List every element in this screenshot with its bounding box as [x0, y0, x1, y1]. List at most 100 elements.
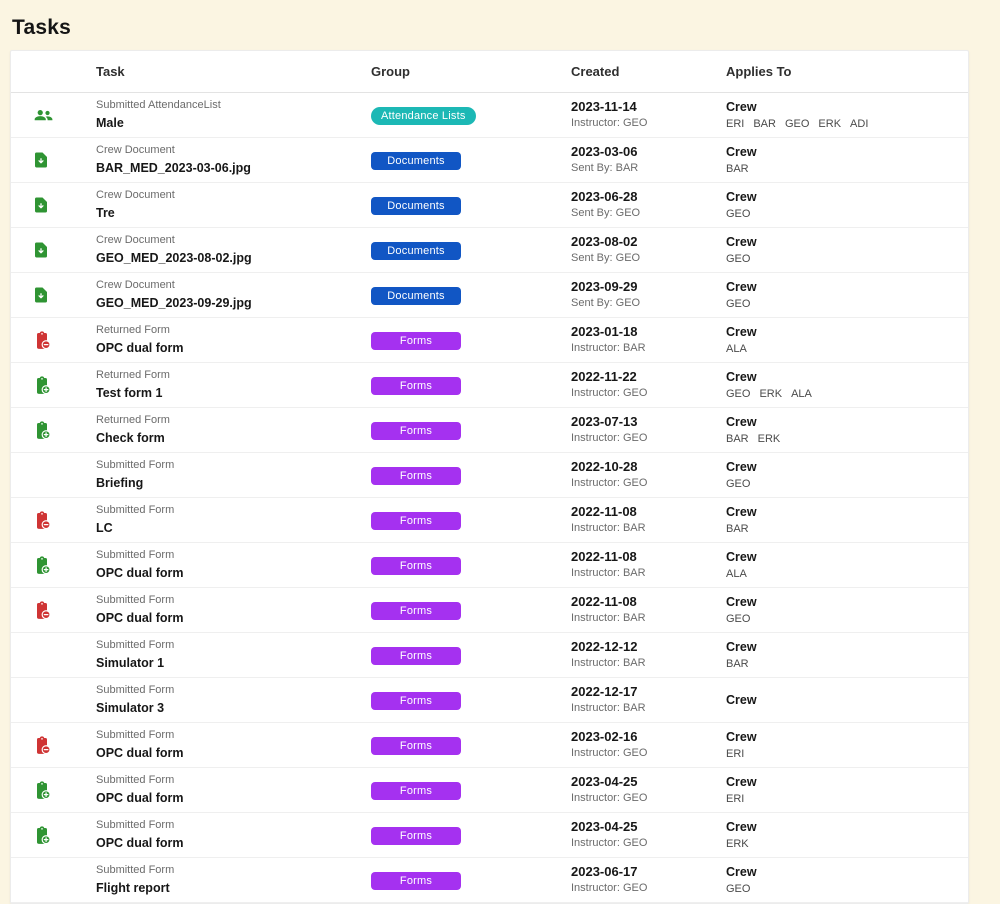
table-row[interactable]: Submitted Form OPC dual form Forms 2023-… — [11, 723, 968, 768]
group-badge: Documents — [371, 242, 461, 260]
table-row[interactable]: Submitted Form LC Forms 2022-11-08 Instr… — [11, 498, 968, 543]
task-cell: Returned Form OPC dual form — [96, 323, 371, 357]
applies-to-label: Crew — [726, 691, 968, 709]
created-sub: Instructor: BAR — [571, 656, 726, 672]
page-title: Tasks — [12, 16, 71, 40]
created-sub: Sent By: GEO — [571, 251, 726, 267]
clipboard-add-icon — [32, 375, 52, 396]
applies-to-codes: BAR — [726, 656, 968, 673]
created-sub: Instructor: GEO — [571, 386, 726, 402]
applies-to-codes: BAR — [726, 161, 968, 178]
group-cell: Forms — [371, 826, 571, 845]
created-sub: Instructor: BAR — [571, 521, 726, 537]
task-name: OPC dual form — [96, 609, 371, 627]
group-cell: Forms — [371, 871, 571, 890]
created-sub: Instructor: BAR — [571, 701, 726, 717]
applies-code: GEO — [726, 208, 750, 220]
task-cell: Submitted Form LC — [96, 503, 371, 537]
task-cell: Submitted Form Simulator 1 — [96, 638, 371, 672]
row-icon-cell — [11, 510, 96, 531]
table-row[interactable]: Submitted Form Flight report Forms 2023-… — [11, 858, 968, 903]
applies-to-codes: GEO — [726, 881, 968, 898]
applies-code: GEO — [726, 883, 750, 895]
created-cell: 2023-02-16 Instructor: GEO — [571, 728, 726, 763]
group-cell: Forms — [371, 781, 571, 800]
applies-to-cell: Crew GEO — [726, 278, 968, 313]
group-badge: Forms — [371, 557, 461, 575]
applies-to-cell: Crew GEO — [726, 458, 968, 493]
created-sub: Instructor: GEO — [571, 476, 726, 492]
table-row[interactable]: Returned Form Check form Forms 2023-07-1… — [11, 408, 968, 453]
applies-to-codes: GEO — [726, 476, 968, 493]
group-badge: Forms — [371, 377, 461, 395]
group-cell: Forms — [371, 376, 571, 395]
table-row[interactable]: Submitted Form Simulator 1 Forms 2022-12… — [11, 633, 968, 678]
created-cell: 2022-11-08 Instructor: BAR — [571, 548, 726, 583]
clipboard-add-icon — [32, 555, 52, 576]
task-type-label: Crew Document — [96, 278, 371, 294]
group-badge: Forms — [371, 647, 461, 665]
applies-to-codes: GEO — [726, 251, 968, 268]
row-icon-cell — [11, 330, 96, 351]
applies-code: BAR — [726, 523, 749, 535]
task-cell: Submitted Form Briefing — [96, 458, 371, 492]
table-row[interactable]: Submitted Form OPC dual form Forms 2023-… — [11, 768, 968, 813]
table-row[interactable]: Submitted Form OPC dual form Forms 2023-… — [11, 813, 968, 858]
table-row[interactable]: Submitted Form OPC dual form Forms 2022-… — [11, 588, 968, 633]
applies-code: BAR — [726, 658, 749, 670]
applies-code: ERI — [726, 793, 744, 805]
row-icon-cell — [11, 240, 96, 260]
task-type-label: Submitted Form — [96, 728, 371, 744]
table-row[interactable]: Crew Document GEO_MED_2023-09-29.jpg Doc… — [11, 273, 968, 318]
group-badge: Documents — [371, 287, 461, 305]
table-row[interactable]: Crew Document GEO_MED_2023-08-02.jpg Doc… — [11, 228, 968, 273]
task-cell: Submitted Form Simulator 3 — [96, 683, 371, 717]
applies-to-label: Crew — [726, 818, 968, 836]
task-cell: Submitted Form Flight report — [96, 863, 371, 897]
applies-code: BAR — [753, 118, 776, 130]
task-type-label: Crew Document — [96, 143, 371, 159]
created-cell: 2023-09-29 Sent By: GEO — [571, 278, 726, 313]
table-row[interactable]: Submitted Form OPC dual form Forms 2022-… — [11, 543, 968, 588]
document-download-icon — [32, 195, 50, 215]
applies-to-cell: Crew GEO — [726, 188, 968, 223]
task-name: LC — [96, 519, 371, 537]
created-sub: Instructor: GEO — [571, 431, 726, 447]
applies-code: ERK — [818, 118, 841, 130]
created-cell: 2023-04-25 Instructor: GEO — [571, 773, 726, 808]
created-sub: Instructor: GEO — [571, 881, 726, 897]
task-name: OPC dual form — [96, 339, 371, 357]
task-cell: Submitted Form OPC dual form — [96, 593, 371, 627]
created-date: 2023-06-17 — [571, 863, 726, 882]
applies-to-codes: ALA — [726, 566, 968, 583]
group-cell: Forms — [371, 466, 571, 485]
applies-code: ALA — [726, 343, 747, 355]
row-icon-cell — [11, 104, 96, 127]
created-date: 2023-02-16 — [571, 728, 726, 747]
table-row[interactable]: Crew Document Tre Documents 2023-06-28 S… — [11, 183, 968, 228]
created-date: 2022-11-22 — [571, 368, 726, 387]
table-row[interactable]: Returned Form Test form 1 Forms 2022-11-… — [11, 363, 968, 408]
document-download-icon — [32, 285, 50, 305]
created-date: 2023-09-29 — [571, 278, 726, 297]
table-row[interactable]: Returned Form OPC dual form Forms 2023-0… — [11, 318, 968, 363]
applies-to-cell: Crew GEO — [726, 863, 968, 898]
table-row[interactable]: Crew Document BAR_MED_2023-03-06.jpg Doc… — [11, 138, 968, 183]
created-date: 2023-06-28 — [571, 188, 726, 207]
applies-to-label: Crew — [726, 278, 968, 296]
group-cell: Forms — [371, 691, 571, 710]
group-badge: Attendance Lists — [371, 107, 476, 125]
applies-to-codes: ERIBARGEOERKADI — [726, 116, 968, 133]
table-row[interactable]: Submitted Form Briefing Forms 2022-10-28… — [11, 453, 968, 498]
created-cell: 2023-04-25 Instructor: GEO — [571, 818, 726, 853]
applies-to-label: Crew — [726, 323, 968, 341]
table-row[interactable]: Submitted Form Simulator 3 Forms 2022-12… — [11, 678, 968, 723]
group-badge: Forms — [371, 422, 461, 440]
applies-to-cell: Crew BAR — [726, 503, 968, 538]
task-name: Flight report — [96, 879, 371, 897]
task-cell: Crew Document GEO_MED_2023-09-29.jpg — [96, 278, 371, 312]
task-type-label: Crew Document — [96, 188, 371, 204]
task-name: OPC dual form — [96, 744, 371, 762]
table-row[interactable]: Submitted AttendanceList Male Attendance… — [11, 93, 968, 138]
table-body: Submitted AttendanceList Male Attendance… — [11, 93, 968, 903]
